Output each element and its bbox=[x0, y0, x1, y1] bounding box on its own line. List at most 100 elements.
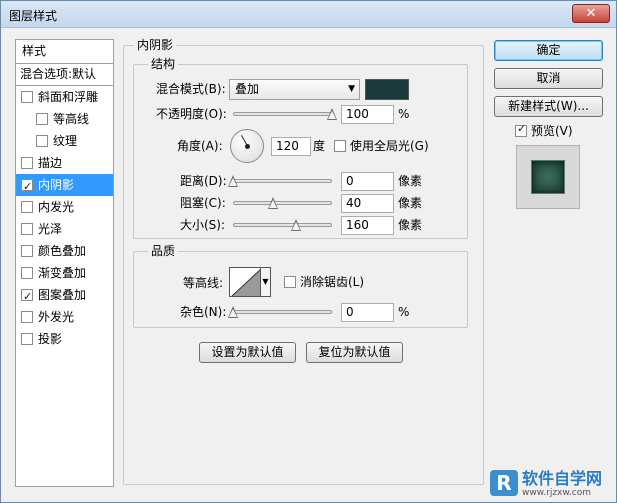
choke-slider[interactable] bbox=[233, 196, 332, 210]
inner-shadow-title: 内阴影 bbox=[134, 38, 177, 52]
distance-slider-track bbox=[233, 179, 332, 183]
contour-picker[interactable] bbox=[229, 267, 261, 297]
style-item-label: 颜色叠加 bbox=[38, 244, 87, 258]
style-item-checkbox[interactable] bbox=[21, 157, 33, 169]
opacity-slider-thumb[interactable] bbox=[327, 108, 337, 120]
new-style-button[interactable]: 新建样式(W)... bbox=[494, 96, 603, 117]
watermark-name: 软件自学网 bbox=[522, 469, 603, 488]
style-item-label: 内阴影 bbox=[38, 178, 75, 192]
distance-input[interactable]: 0 bbox=[341, 172, 394, 191]
choke-unit: 像素 bbox=[398, 196, 423, 210]
style-item-label: 描边 bbox=[38, 156, 63, 170]
watermark: R 软件自学网 www.rjzxw.com bbox=[490, 470, 612, 500]
cancel-button[interactable]: 取消 bbox=[494, 68, 603, 89]
style-item-checkbox[interactable] bbox=[21, 176, 33, 198]
size-slider[interactable] bbox=[233, 218, 332, 232]
preview-checkbox[interactable] bbox=[515, 122, 527, 137]
anti-alias-checkbox[interactable] bbox=[284, 276, 296, 288]
style-item[interactable]: 光泽 bbox=[16, 218, 113, 240]
style-item-label: 斜面和浮雕 bbox=[38, 90, 99, 104]
style-item-checkbox[interactable] bbox=[21, 223, 33, 235]
global-light-label: 使用全局光(G) bbox=[350, 139, 429, 153]
inner-shadow-group: 内阴影 结构 混合模式(B): 叠加 ▼ 不透明度(O): 100 % 角度(A… bbox=[123, 38, 484, 485]
style-item[interactable]: 颜色叠加 bbox=[16, 240, 113, 262]
contour-dropdown-arrow[interactable]: ▼ bbox=[261, 267, 271, 297]
style-item[interactable]: 渐变叠加 bbox=[16, 262, 113, 284]
choke-label: 阻塞(C): bbox=[180, 196, 226, 210]
style-item-checkbox[interactable] bbox=[21, 333, 33, 345]
preview-swatch bbox=[531, 160, 565, 194]
style-item-label: 渐变叠加 bbox=[38, 266, 87, 280]
style-item[interactable]: 内发光 bbox=[16, 196, 113, 218]
styles-header[interactable]: 样式 bbox=[16, 40, 113, 64]
style-item-label: 图案叠加 bbox=[38, 288, 87, 302]
style-item[interactable]: 投影 bbox=[16, 328, 113, 350]
styles-list: 样式 混合选项:默认 斜面和浮雕等高线纹理描边内阴影内发光光泽颜色叠加渐变叠加图… bbox=[15, 39, 114, 487]
make-default-button[interactable]: 设置为默认值 bbox=[199, 342, 296, 363]
noise-unit: % bbox=[398, 305, 410, 319]
style-item-checkbox[interactable] bbox=[36, 135, 48, 147]
choke-slider-track bbox=[233, 201, 332, 205]
distance-unit: 像素 bbox=[398, 174, 423, 188]
style-item[interactable]: 斜面和浮雕 bbox=[16, 86, 113, 108]
style-item-label: 外发光 bbox=[38, 310, 75, 324]
contour-label: 等高线: bbox=[183, 276, 224, 290]
style-item-checkbox[interactable] bbox=[21, 91, 33, 103]
style-item[interactable]: 等高线 bbox=[16, 108, 113, 130]
angle-dial[interactable] bbox=[230, 129, 264, 163]
noise-slider[interactable] bbox=[228, 305, 332, 319]
noise-slider-track bbox=[233, 310, 332, 314]
distance-slider-thumb[interactable] bbox=[228, 175, 238, 187]
opacity-unit: % bbox=[398, 107, 410, 121]
size-unit: 像素 bbox=[398, 218, 423, 232]
reset-default-button[interactable]: 复位为默认值 bbox=[306, 342, 403, 363]
style-item-checkbox[interactable] bbox=[21, 286, 33, 308]
title-bar[interactable]: 图层样式 ✕ bbox=[1, 1, 616, 28]
opacity-slider[interactable] bbox=[233, 107, 337, 121]
contour-preview-icon bbox=[231, 269, 260, 296]
preview-thumbnail bbox=[516, 145, 580, 209]
blend-mode-label: 混合模式(B): bbox=[156, 82, 226, 96]
choke-slider-thumb[interactable] bbox=[267, 197, 278, 209]
size-input[interactable]: 160 bbox=[341, 216, 394, 235]
style-item-label: 投影 bbox=[38, 332, 63, 346]
ok-button[interactable]: 确定 bbox=[494, 40, 603, 61]
size-slider-track bbox=[233, 223, 332, 227]
noise-input[interactable]: 0 bbox=[341, 303, 394, 322]
opacity-slider-track bbox=[233, 112, 332, 116]
style-item[interactable]: 描边 bbox=[16, 152, 113, 174]
window-title: 图层样式 bbox=[9, 9, 58, 23]
style-item-checkbox[interactable] bbox=[21, 311, 33, 323]
layer-style-dialog: 图层样式 ✕ 样式 混合选项:默认 斜面和浮雕等高线纹理描边内阴影内发光光泽颜色… bbox=[0, 0, 617, 503]
style-item-checkbox[interactable] bbox=[21, 245, 33, 257]
style-item[interactable]: 外发光 bbox=[16, 306, 113, 328]
blend-mode-value: 叠加 bbox=[235, 82, 260, 96]
style-item[interactable]: 图案叠加 bbox=[16, 284, 113, 308]
watermark-url: www.rjzxw.com bbox=[522, 488, 591, 498]
blend-mode-select[interactable]: 叠加 ▼ bbox=[229, 79, 360, 100]
opacity-input[interactable]: 100 bbox=[341, 105, 394, 124]
distance-slider[interactable] bbox=[228, 174, 332, 188]
quality-group: 品质 等高线: ▼ 消除锯齿(L) 杂色(N): 0 % bbox=[133, 244, 468, 328]
structure-group: 结构 混合模式(B): 叠加 ▼ 不透明度(O): 100 % 角度(A): 1… bbox=[133, 57, 468, 239]
angle-input[interactable]: 120 bbox=[271, 137, 311, 156]
close-button[interactable]: ✕ bbox=[572, 4, 610, 23]
blend-options-item[interactable]: 混合选项:默认 bbox=[16, 64, 113, 86]
size-slider-thumb[interactable] bbox=[291, 219, 302, 231]
noise-slider-thumb[interactable] bbox=[228, 306, 238, 318]
style-item-checkbox[interactable] bbox=[21, 267, 33, 279]
shadow-color-swatch[interactable] bbox=[365, 79, 409, 100]
distance-label: 距离(D): bbox=[180, 174, 227, 188]
style-item-checkbox[interactable] bbox=[36, 113, 48, 125]
dialog-body: 样式 混合选项:默认 斜面和浮雕等高线纹理描边内阴影内发光光泽颜色叠加渐变叠加图… bbox=[9, 37, 609, 497]
preview-label: 预览(V) bbox=[531, 124, 573, 138]
style-item[interactable]: 纹理 bbox=[16, 130, 113, 152]
angle-center bbox=[245, 144, 250, 149]
chevron-down-icon: ▼ bbox=[348, 84, 355, 94]
anti-alias-label: 消除锯齿(L) bbox=[300, 275, 365, 289]
angle-unit: 度 bbox=[313, 139, 326, 153]
choke-input[interactable]: 40 bbox=[341, 194, 394, 213]
global-light-checkbox[interactable] bbox=[334, 140, 346, 152]
style-item-checkbox[interactable] bbox=[21, 201, 33, 213]
style-item[interactable]: 内阴影 bbox=[16, 174, 113, 198]
